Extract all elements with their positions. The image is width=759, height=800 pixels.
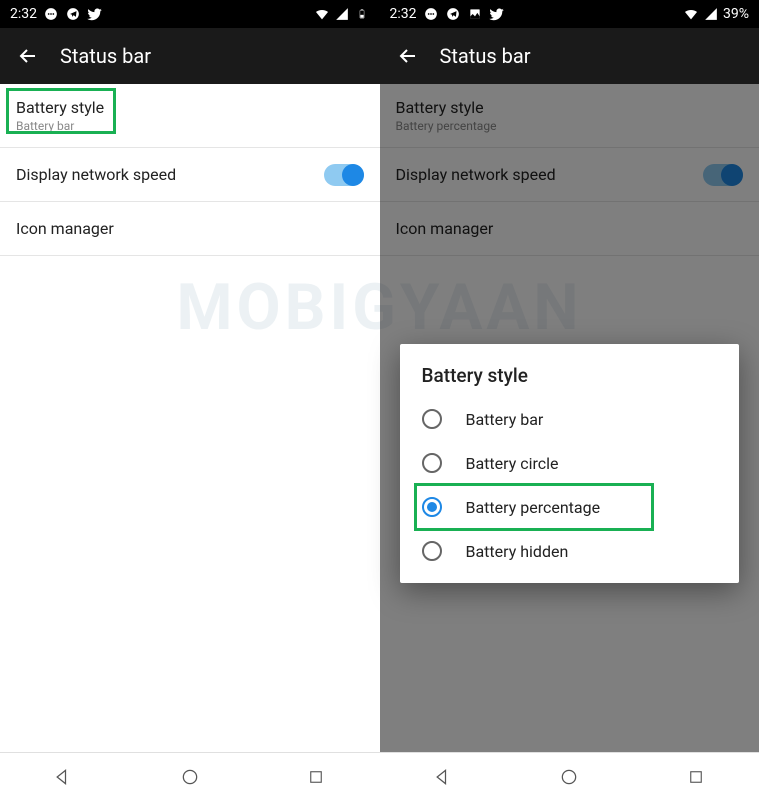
page-title: Status bar	[60, 44, 151, 68]
setting-title: Icon manager	[16, 219, 114, 238]
settings-list: Battery style Battery percentage Display…	[380, 84, 759, 752]
battery-icon	[354, 6, 370, 22]
battery-percentage: 39%	[723, 6, 749, 22]
chat-icon	[43, 6, 59, 22]
signal-icon	[703, 6, 719, 22]
highlight-box-battery-style	[6, 88, 116, 134]
android-navbar	[380, 752, 759, 800]
option-label: Battery circle	[466, 454, 559, 473]
setting-network-speed[interactable]: Display network speed	[0, 148, 380, 202]
option-battery-percentage[interactable]: Battery percentage	[400, 485, 740, 529]
nav-recent-icon[interactable]	[684, 765, 708, 789]
android-navbar	[0, 752, 380, 800]
nav-back-icon[interactable]	[431, 765, 455, 789]
gallery-icon	[467, 6, 483, 22]
android-statusbar: 2:32	[0, 0, 380, 28]
signal-icon	[334, 6, 350, 22]
wifi-icon	[683, 6, 699, 22]
back-arrow-icon[interactable]	[16, 44, 40, 68]
setting-title: Display network speed	[16, 165, 176, 184]
twitter-icon	[87, 6, 103, 22]
option-battery-bar[interactable]: Battery bar	[400, 397, 740, 441]
phone-screen-right: 2:32 39% Status bar Battery style Batter…	[380, 0, 759, 800]
nav-recent-icon[interactable]	[304, 765, 328, 789]
nav-home-icon[interactable]	[178, 765, 202, 789]
android-statusbar: 2:32 39%	[380, 0, 759, 28]
radio-icon	[422, 453, 442, 473]
page-title: Status bar	[440, 44, 531, 68]
radio-icon	[422, 541, 442, 561]
dialog-title: Battery style	[400, 364, 740, 397]
statusbar-time: 2:32	[10, 6, 37, 22]
phone-screen-left: 2:32 Status bar Battery style Battery ba…	[0, 0, 380, 800]
option-label: Battery bar	[466, 410, 544, 429]
telegram-icon	[445, 6, 461, 22]
option-label: Battery hidden	[466, 542, 569, 561]
settings-list: Battery style Battery bar Display networ…	[0, 84, 380, 752]
toolbar: Status bar	[0, 28, 380, 84]
radio-icon	[422, 409, 442, 429]
twitter-icon	[489, 6, 505, 22]
chat-icon	[423, 6, 439, 22]
option-battery-circle[interactable]: Battery circle	[400, 441, 740, 485]
nav-back-icon[interactable]	[51, 765, 75, 789]
statusbar-time: 2:32	[390, 6, 417, 22]
highlight-box-selected-option	[414, 483, 654, 531]
battery-style-dialog: Battery style Battery bar Battery circle…	[400, 344, 740, 583]
toggle-switch[interactable]	[324, 164, 364, 186]
setting-icon-manager[interactable]: Icon manager	[0, 202, 380, 256]
option-battery-hidden[interactable]: Battery hidden	[400, 529, 740, 573]
back-arrow-icon[interactable]	[396, 44, 420, 68]
toolbar: Status bar	[380, 28, 759, 84]
telegram-icon	[65, 6, 81, 22]
nav-home-icon[interactable]	[557, 765, 581, 789]
wifi-icon	[314, 6, 330, 22]
